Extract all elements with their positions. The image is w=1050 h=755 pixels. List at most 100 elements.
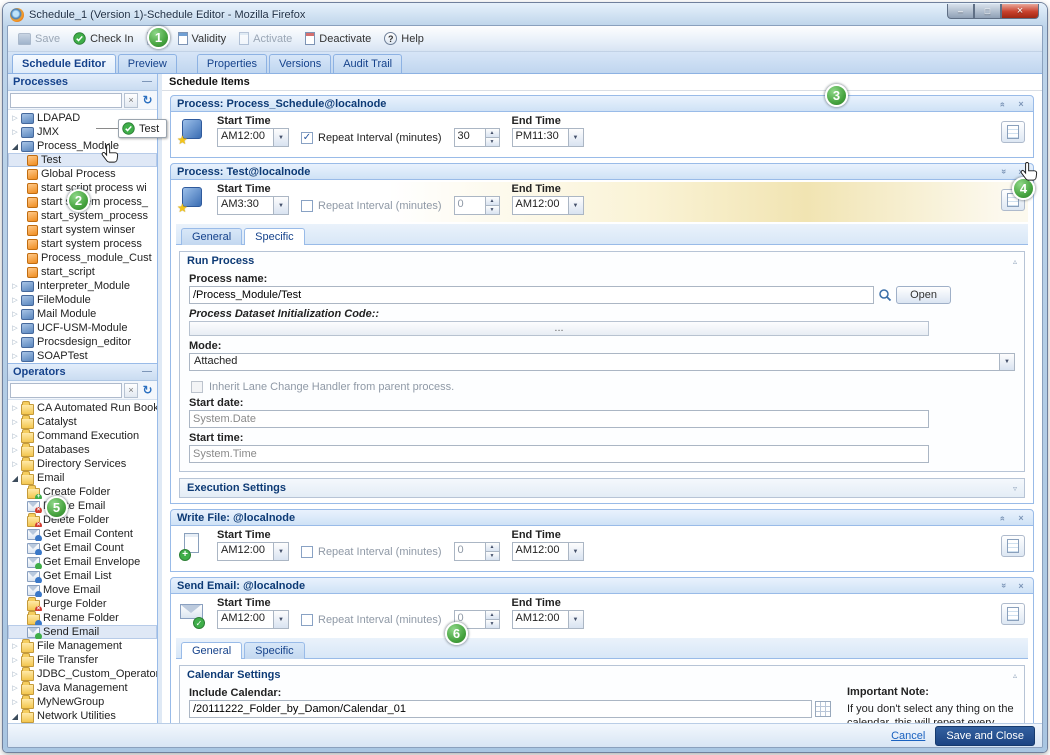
open-button[interactable]: Open xyxy=(896,286,951,304)
execution-settings-section[interactable]: Execution Settings ▿ xyxy=(179,478,1025,498)
spinner-arrows-icon[interactable]: ▲▼ xyxy=(485,197,499,214)
process-name-input[interactable] xyxy=(189,286,874,304)
end-time-combo[interactable]: AM12:00▼ xyxy=(512,610,584,629)
end-time-combo[interactable]: AM12:00▼ xyxy=(512,542,584,561)
expand-arrow-icon[interactable]: ▷ xyxy=(10,432,20,440)
sidebar-item-get-email-content[interactable]: Get Email Content xyxy=(8,527,157,541)
remove-item-icon[interactable]: × xyxy=(1015,99,1027,109)
tab-versions[interactable]: Versions xyxy=(269,54,331,73)
start-time-input[interactable] xyxy=(189,445,929,463)
sidebar-item-start-system-process3[interactable]: start system process xyxy=(8,237,157,251)
expand-arrow-icon[interactable]: ▷ xyxy=(10,128,20,136)
check-in-button[interactable]: Check In xyxy=(67,29,139,48)
expand-arrow-icon[interactable]: ▷ xyxy=(10,338,20,346)
end-time-combo[interactable]: AM12:00▼ xyxy=(512,196,584,215)
sidebar-item-interpreter-module[interactable]: ▷Interpreter_Module xyxy=(8,279,157,293)
sidebar-item-purge-folder[interactable]: ×Purge Folder xyxy=(8,597,157,611)
dataset-button[interactable] xyxy=(1001,121,1025,143)
sidebar-item-network-utilities[interactable]: ◢Network Utilities xyxy=(8,709,157,723)
dataset-button[interactable] xyxy=(1001,603,1025,625)
collapse-section-icon[interactable]: ▵ xyxy=(1013,671,1017,680)
dataset-init-field[interactable]: ... xyxy=(189,321,929,336)
repeat-interval-checkbox[interactable]: ✓ xyxy=(301,132,313,144)
spinner-arrows-icon[interactable]: ▲▼ xyxy=(485,543,499,560)
start-date-input[interactable] xyxy=(189,410,929,428)
repeat-interval-checkbox[interactable]: ✓ xyxy=(301,614,313,626)
expand-arrow-icon[interactable]: ▷ xyxy=(10,324,20,332)
start-time-combo[interactable]: AM3:30▼ xyxy=(217,196,289,215)
sidebar-item-ucf-usm-module[interactable]: ▷UCF-USM-Module xyxy=(8,321,157,335)
activate-button[interactable]: Activate xyxy=(233,29,298,48)
cancel-link[interactable]: Cancel xyxy=(891,730,925,742)
sidebar-item-directory-services[interactable]: ▷Directory Services xyxy=(8,457,157,471)
repeat-interval-checkbox[interactable]: ✓ xyxy=(301,546,313,558)
start-time-combo[interactable]: AM12:00▼ xyxy=(217,542,289,561)
sidebar-item-move-email[interactable]: Move Email xyxy=(8,583,157,597)
sidebar-item-process-module[interactable]: ◢Process_Module xyxy=(8,139,157,153)
save-button[interactable]: Save xyxy=(12,30,66,48)
expand-arrow-icon[interactable]: ▷ xyxy=(10,418,20,426)
expand-arrow-icon[interactable]: ▷ xyxy=(10,282,20,290)
sidebar-item-start-script[interactable]: start_script xyxy=(8,265,157,279)
remove-item-icon[interactable]: × xyxy=(1015,581,1027,591)
repeat-minutes-spinner[interactable]: 0▲▼ xyxy=(454,196,500,215)
calendar-picker-icon[interactable] xyxy=(815,701,831,717)
help-button[interactable]: ? Help xyxy=(378,29,430,48)
collapse-panel-icon[interactable]: « xyxy=(997,167,1009,177)
sidebar-item-jdbc-custom-operators[interactable]: ▷JDBC_Custom_Operators xyxy=(8,667,157,681)
sidebar-item-test[interactable]: Test xyxy=(8,153,157,167)
sidebar-item-email[interactable]: ◢Email xyxy=(8,471,157,485)
sidebar-item-mail-module[interactable]: ▷Mail Module xyxy=(8,307,157,321)
expand-arrow-icon[interactable]: ▷ xyxy=(10,460,20,468)
sidebar-item-get-email-list[interactable]: Get Email List xyxy=(8,569,157,583)
repeat-minutes-spinner[interactable]: 0▲▼ xyxy=(454,542,500,561)
collapse-panel-icon[interactable]: « xyxy=(997,581,1009,591)
validity-button[interactable]: Validity xyxy=(172,29,233,48)
repeat-minutes-spinner[interactable]: 30▲▼ xyxy=(454,128,500,147)
expand-arrow-icon[interactable]: ▷ xyxy=(10,404,20,412)
expand-arrow-icon[interactable]: ▷ xyxy=(10,642,20,650)
spinner-arrows-icon[interactable]: ▲▼ xyxy=(485,611,499,628)
sidebar-item-start-system-winser[interactable]: start system winser xyxy=(8,223,157,237)
sidebar-item-process-module-cust[interactable]: Process_module_Cust xyxy=(8,251,157,265)
tab-audit-trail[interactable]: Audit Trail xyxy=(333,54,402,73)
tab-general[interactable]: General xyxy=(181,642,242,659)
expand-section-icon[interactable]: ▿ xyxy=(1013,484,1017,493)
sidebar-item-get-email-envelope[interactable]: Get Email Envelope xyxy=(8,555,157,569)
processes-search-input[interactable] xyxy=(10,93,122,108)
sidebar-item-file-management[interactable]: ▷File Management xyxy=(8,639,157,653)
sidebar-item-mynewgroup[interactable]: ▷MyNewGroup xyxy=(8,695,157,709)
sidebar-item-ca-run-book[interactable]: ▷CA Automated Run Book xyxy=(8,401,157,415)
end-time-combo[interactable]: PM11:30▼ xyxy=(512,128,584,147)
collapse-panel-icon[interactable]: — xyxy=(142,78,152,86)
sidebar-item-global-process[interactable]: Global Process xyxy=(8,167,157,181)
sidebar-item-filemodule[interactable]: ▷FileModule xyxy=(8,293,157,307)
deactivate-button[interactable]: Deactivate xyxy=(299,29,377,48)
remove-item-icon[interactable]: × xyxy=(1015,513,1027,523)
sidebar-item-databases[interactable]: ▷Databases xyxy=(8,443,157,457)
expand-arrow-icon[interactable]: ▷ xyxy=(10,446,20,454)
sidebar-item-catalyst[interactable]: ▷Catalyst xyxy=(8,415,157,429)
save-and-close-button[interactable]: Save and Close xyxy=(935,726,1035,746)
spinner-arrows-icon[interactable]: ▲▼ xyxy=(485,129,499,146)
sidebar-item-file-transfer[interactable]: ▷File Transfer xyxy=(8,653,157,667)
expand-arrow-icon[interactable]: ▷ xyxy=(10,656,20,664)
sidebar-item-create-folder[interactable]: +Create Folder xyxy=(8,485,157,499)
maximize-button[interactable]: □ xyxy=(974,4,1001,19)
dataset-button[interactable] xyxy=(1001,535,1025,557)
collapse-panel-icon[interactable]: — xyxy=(142,368,152,376)
mode-select[interactable]: Attached▼ xyxy=(189,353,1015,371)
start-time-combo[interactable]: AM12:00▼ xyxy=(217,128,289,147)
tab-schedule-editor[interactable]: Schedule Editor xyxy=(12,54,116,73)
include-calendar-input[interactable] xyxy=(189,700,812,718)
clear-search-icon[interactable]: × xyxy=(124,93,138,108)
minimize-button[interactable]: – xyxy=(947,4,974,19)
refresh-icon[interactable]: ↻ xyxy=(140,93,155,107)
sidebar-item-soaptest[interactable]: ▷SOAPTest xyxy=(8,349,157,363)
sidebar-item-delete-email[interactable]: ×Delete Email xyxy=(8,499,157,513)
collapse-section-icon[interactable]: ▵ xyxy=(1013,257,1017,266)
inherit-lane-checkbox[interactable] xyxy=(191,381,203,393)
repeat-interval-checkbox[interactable]: ✓ xyxy=(301,200,313,212)
collapse-arrow-icon[interactable]: ◢ xyxy=(10,474,20,483)
sidebar-item-delete-folder[interactable]: ×Delete Folder xyxy=(8,513,157,527)
